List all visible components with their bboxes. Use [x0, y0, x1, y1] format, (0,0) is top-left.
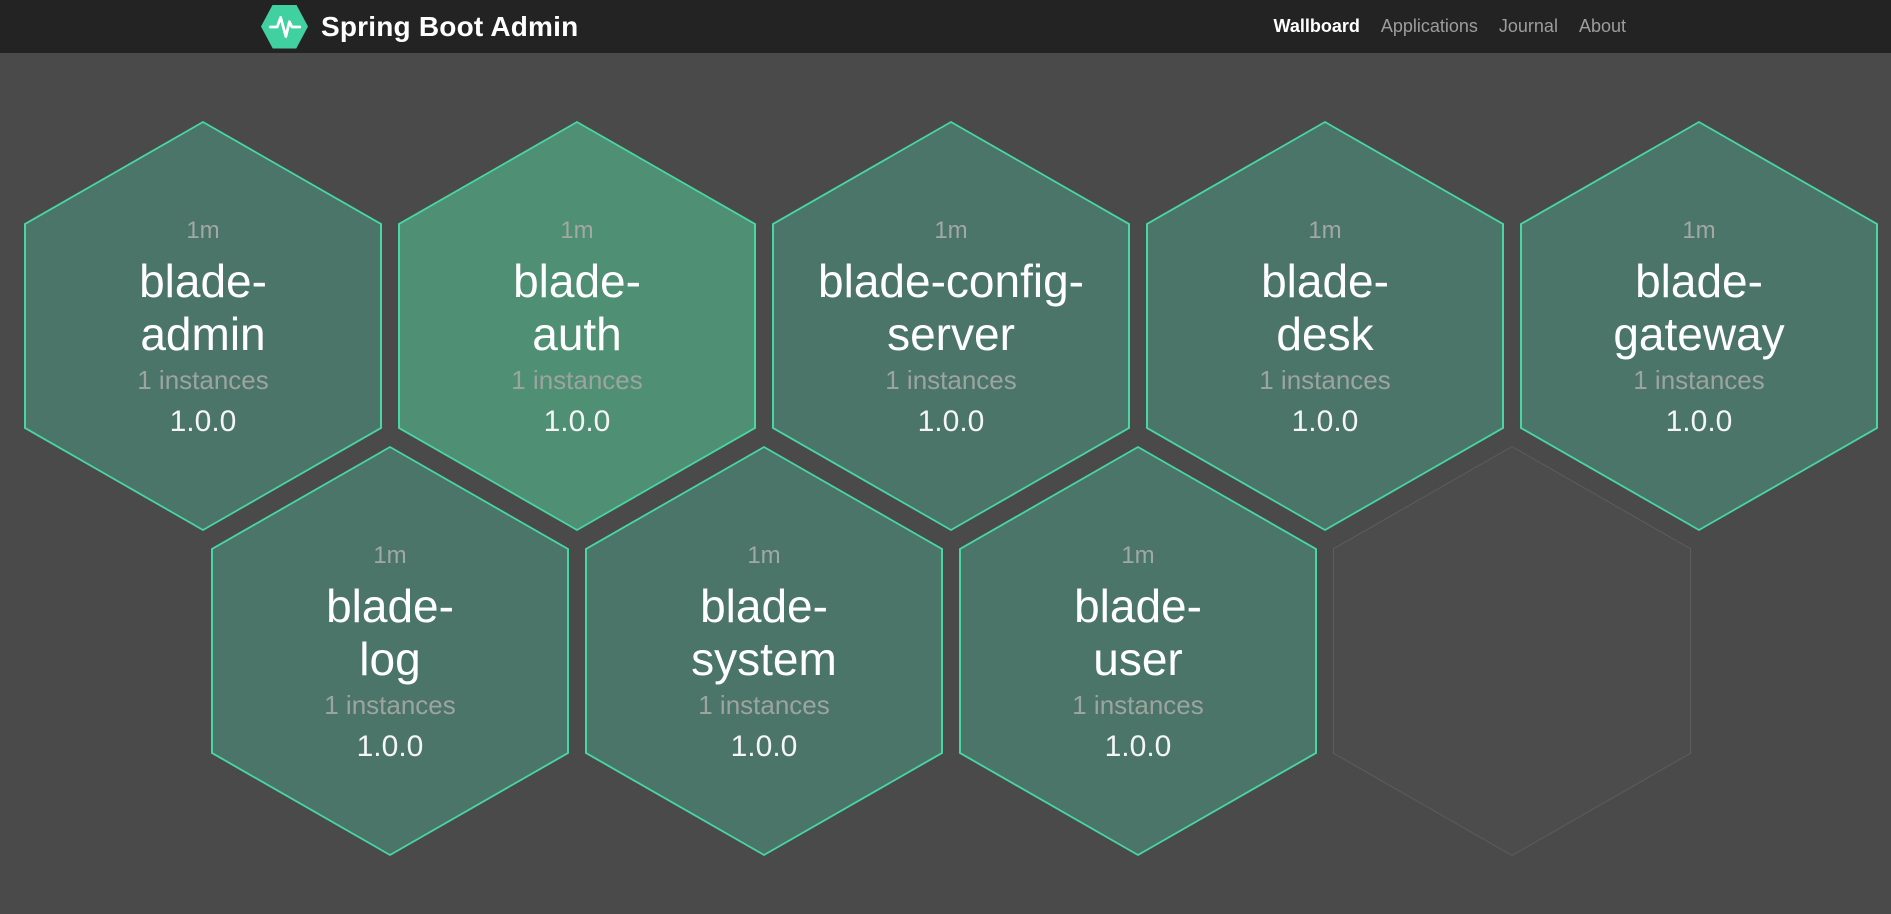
app-hexagon-blade-log[interactable]: 1m blade- log 1 instances 1.0.0	[211, 446, 569, 856]
hexagon-fill	[774, 123, 1128, 529]
empty-hexagon-slot	[1333, 446, 1691, 856]
nav-item-applications[interactable]: Applications	[1381, 16, 1478, 37]
nav-item-journal[interactable]: Journal	[1499, 16, 1558, 37]
hexagon-fill	[1522, 123, 1876, 529]
hexagon-fill	[1148, 123, 1502, 529]
hexagon-fill	[1334, 447, 1690, 855]
app-hexagon-blade-config-server[interactable]: 1m blade-config- server 1 instances 1.0.…	[772, 121, 1130, 531]
hexagon-fill	[587, 448, 941, 854]
nav-item-about[interactable]: About	[1579, 16, 1626, 37]
brand-title: Spring Boot Admin	[321, 11, 578, 43]
app-hexagon-blade-user[interactable]: 1m blade- user 1 instances 1.0.0	[959, 446, 1317, 856]
navbar-menu: Wallboard Applications Journal About	[1274, 0, 1627, 53]
hexagon-fill	[961, 448, 1315, 854]
hexagon-fill	[26, 123, 380, 529]
app-hexagon-blade-desk[interactable]: 1m blade- desk 1 instances 1.0.0	[1146, 121, 1504, 531]
hexagon-fill	[400, 123, 754, 529]
hexagon-fill	[213, 448, 567, 854]
brand-link[interactable]: Spring Boot Admin	[261, 0, 578, 53]
app-hexagon-blade-system[interactable]: 1m blade- system 1 instances 1.0.0	[585, 446, 943, 856]
app-hexagon-blade-admin[interactable]: 1m blade- admin 1 instances 1.0.0	[24, 121, 382, 531]
pulse-hexagon-icon	[261, 5, 308, 49]
app-hexagon-blade-auth[interactable]: 1m blade- auth 1 instances 1.0.0	[398, 121, 756, 531]
wallboard: 1m blade- admin 1 instances 1.0.0 1m bla…	[0, 53, 1891, 914]
nav-item-wallboard[interactable]: Wallboard	[1274, 16, 1360, 37]
app-hexagon-blade-gateway[interactable]: 1m blade- gateway 1 instances 1.0.0	[1520, 121, 1878, 531]
top-navbar: Spring Boot Admin Wallboard Applications J…	[0, 0, 1891, 53]
